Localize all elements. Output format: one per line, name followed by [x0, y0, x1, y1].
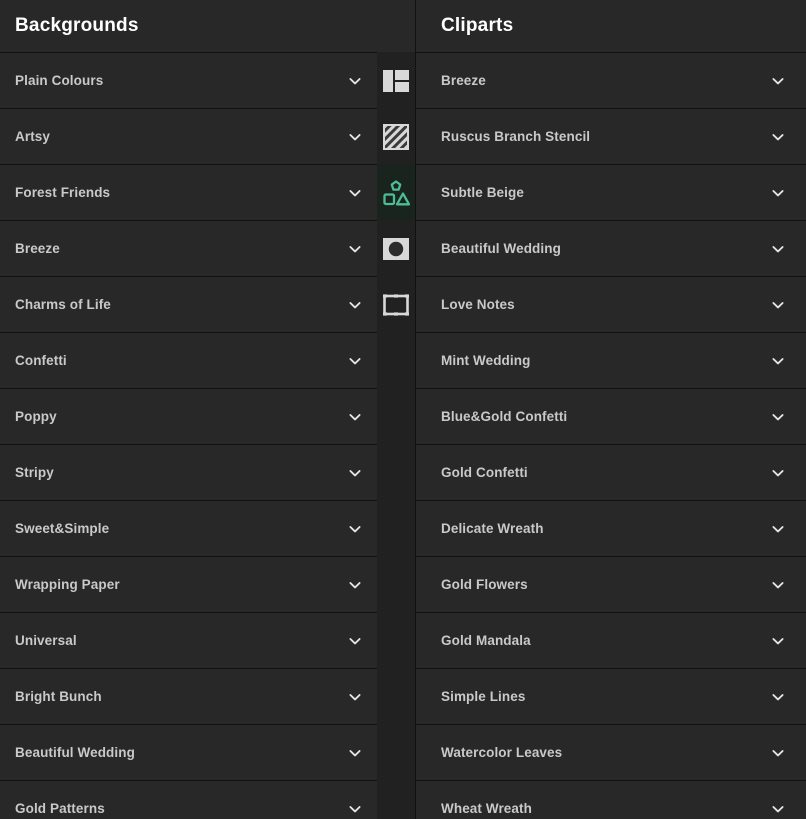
clipart-category-row[interactable]: Gold Mandala	[416, 613, 806, 669]
diagonal-hatch-icon[interactable]	[377, 109, 415, 165]
clipart-category-label: Subtle Beige	[441, 185, 524, 200]
background-category-label: Beautiful Wedding	[15, 745, 135, 760]
background-category-label: Confetti	[15, 353, 67, 368]
background-category-row[interactable]: Confetti	[0, 333, 377, 389]
clipart-category-label: Breeze	[441, 73, 486, 88]
background-category-label: Bright Bunch	[15, 689, 102, 704]
chevron-down-icon[interactable]	[333, 185, 377, 201]
clipart-category-row[interactable]: Breeze	[416, 53, 806, 109]
background-category-label: Artsy	[15, 129, 51, 144]
background-category-label: Universal	[15, 633, 77, 648]
clipart-category-label: Wheat Wreath	[441, 801, 532, 816]
background-category-label: Breeze	[15, 241, 60, 256]
background-category-row[interactable]: Plain Colours	[0, 53, 415, 109]
clipart-category-row[interactable]: Watercolor Leaves	[416, 725, 806, 781]
chevron-down-icon[interactable]	[333, 353, 377, 369]
chevron-down-icon[interactable]	[761, 129, 795, 145]
clipart-category-label: Simple Lines	[441, 689, 526, 704]
background-category-row[interactable]: Gold Patterns	[0, 781, 377, 819]
background-category-row[interactable]: Beautiful Wedding	[0, 725, 377, 781]
chevron-down-icon[interactable]	[761, 577, 795, 593]
chevron-down-icon[interactable]	[761, 633, 795, 649]
backgrounds-list: Plain Colours Artsy Forest Friends Breeze Ch…	[0, 52, 415, 819]
category-browser: Backgrounds Plain Colours Artsy Forest Fri…	[0, 0, 806, 819]
background-category-label: Charms of Life	[15, 297, 111, 312]
clipart-category-label: Watercolor Leaves	[441, 745, 563, 760]
chevron-down-icon[interactable]	[761, 185, 795, 201]
clipart-category-row[interactable]: Love Notes	[416, 277, 806, 333]
background-category-row[interactable]: Forest Friends	[0, 165, 415, 221]
clipart-category-row[interactable]: Mint Wedding	[416, 333, 806, 389]
clipart-category-label: Blue&Gold Confetti	[441, 409, 568, 424]
chevron-down-icon[interactable]	[761, 297, 795, 313]
shapes-cluster-icon[interactable]	[377, 165, 415, 221]
chevron-down-icon[interactable]	[333, 297, 377, 313]
cliparts-list: Breeze Ruscus Branch Stencil Subtle Beige B…	[416, 52, 806, 819]
background-category-row[interactable]: Universal	[0, 613, 377, 669]
background-category-label: Stripy	[15, 465, 54, 480]
chevron-down-icon[interactable]	[761, 521, 795, 537]
clipart-category-row[interactable]: Blue&Gold Confetti	[416, 389, 806, 445]
chevron-down-icon[interactable]	[333, 241, 377, 257]
chevron-down-icon[interactable]	[333, 745, 377, 761]
clipart-category-label: Mint Wedding	[441, 353, 531, 368]
chevron-down-icon[interactable]	[761, 353, 795, 369]
chevron-down-icon[interactable]	[333, 801, 377, 817]
cliparts-panel-header: Cliparts	[416, 0, 806, 52]
background-category-row[interactable]: Breeze	[0, 221, 415, 277]
background-category-label: Forest Friends	[15, 185, 111, 200]
chevron-down-icon[interactable]	[761, 465, 795, 481]
clipart-category-label: Gold Confetti	[441, 465, 528, 480]
cliparts-panel: Cliparts Breeze Ruscus Branch Stencil Subt…	[415, 0, 806, 819]
circle-square-icon[interactable]	[377, 221, 415, 277]
clipart-category-row[interactable]: Delicate Wreath	[416, 501, 806, 557]
clipart-category-row[interactable]: Wheat Wreath	[416, 781, 806, 819]
chevron-down-icon[interactable]	[761, 73, 795, 89]
chevron-down-icon[interactable]	[761, 689, 795, 705]
background-category-row[interactable]: Artsy	[0, 109, 415, 165]
clipart-category-label: Love Notes	[441, 297, 515, 312]
background-category-row[interactable]: Poppy	[0, 389, 377, 445]
background-category-label: Sweet&Simple	[15, 521, 110, 536]
clipart-category-row[interactable]: Subtle Beige	[416, 165, 806, 221]
chevron-down-icon[interactable]	[333, 633, 377, 649]
clipart-category-row[interactable]: Gold Flowers	[416, 557, 806, 613]
clipart-category-row[interactable]: Beautiful Wedding	[416, 221, 806, 277]
background-category-label: Wrapping Paper	[15, 577, 120, 592]
backgrounds-panel-header: Backgrounds	[0, 0, 415, 52]
chevron-down-icon[interactable]	[333, 577, 377, 593]
clipart-category-label: Delicate Wreath	[441, 521, 544, 536]
chevron-down-icon[interactable]	[761, 241, 795, 257]
chevron-down-icon[interactable]	[333, 409, 377, 425]
picture-frame-icon[interactable]	[377, 277, 415, 333]
page-title-cliparts: Cliparts	[441, 15, 514, 36]
chevron-down-icon[interactable]	[333, 521, 377, 537]
background-category-label: Poppy	[15, 409, 57, 424]
layout-split-icon[interactable]	[377, 53, 415, 109]
background-category-row[interactable]: Bright Bunch	[0, 669, 377, 725]
background-category-label: Plain Colours	[15, 73, 104, 88]
page-title-backgrounds: Backgrounds	[15, 15, 139, 36]
chevron-down-icon[interactable]	[761, 801, 795, 817]
chevron-down-icon[interactable]	[333, 129, 377, 145]
clipart-category-row[interactable]: Ruscus Branch Stencil	[416, 109, 806, 165]
background-category-row[interactable]: Wrapping Paper	[0, 557, 377, 613]
chevron-down-icon[interactable]	[761, 745, 795, 761]
clipart-category-label: Gold Mandala	[441, 633, 531, 648]
chevron-down-icon[interactable]	[333, 73, 377, 89]
clipart-category-label: Ruscus Branch Stencil	[441, 129, 591, 144]
clipart-category-row[interactable]: Simple Lines	[416, 669, 806, 725]
clipart-category-label: Gold Flowers	[441, 577, 528, 592]
clipart-category-row[interactable]: Gold Confetti	[416, 445, 806, 501]
clipart-category-label: Beautiful Wedding	[441, 241, 561, 256]
chevron-down-icon[interactable]	[333, 465, 377, 481]
background-category-row[interactable]: Sweet&Simple	[0, 501, 377, 557]
chevron-down-icon[interactable]	[761, 409, 795, 425]
background-category-label: Gold Patterns	[15, 801, 105, 816]
backgrounds-panel: Backgrounds Plain Colours Artsy Forest Fri…	[0, 0, 415, 819]
chevron-down-icon[interactable]	[333, 689, 377, 705]
background-category-row[interactable]: Charms of Life	[0, 277, 415, 333]
background-category-row[interactable]: Stripy	[0, 445, 377, 501]
